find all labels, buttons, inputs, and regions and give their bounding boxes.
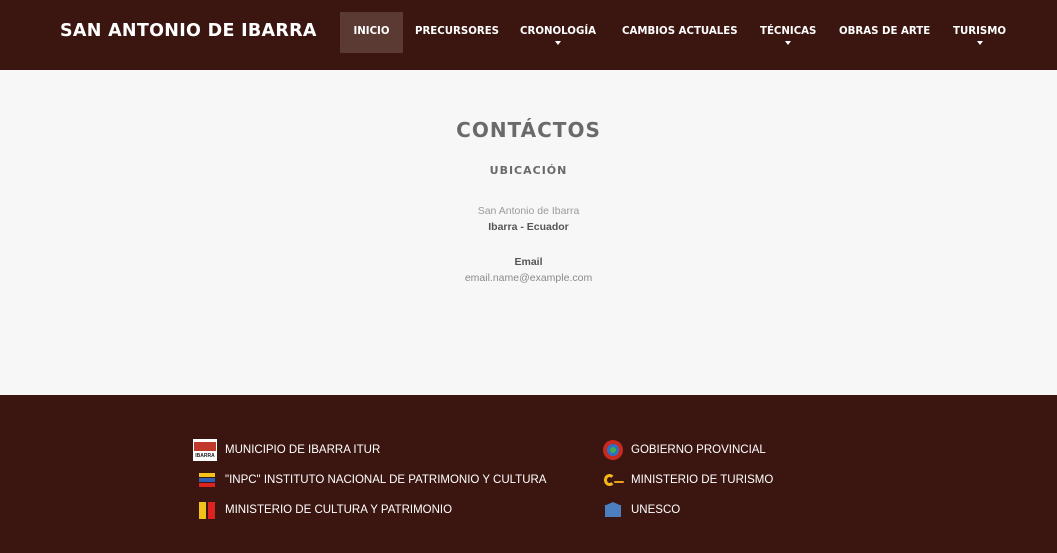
footer-link-municipio[interactable]: IBARRA MUNICIPIO DE IBARRA ITUR <box>193 439 380 461</box>
address-line-1: San Antonio de Ibarra <box>477 205 580 217</box>
footer-link-unesco[interactable]: UNESCO <box>603 499 680 521</box>
email-label: Email <box>514 256 543 268</box>
chevron-down-icon <box>976 41 983 45</box>
site-brand[interactable]: SAN ANTONIO DE IBARRA <box>60 21 317 41</box>
footer: IBARRA MUNICIPIO DE IBARRA ITUR "INPC" I… <box>0 395 1057 553</box>
contact-section: CONTÁCTOS UBICACIÓN San Antonio de Ibarr… <box>0 70 1057 395</box>
footer-link-turismo[interactable]: MINISTERIO DE TURISMO <box>603 469 773 491</box>
footer-link-cultura[interactable]: MINISTERIO DE CULTURA Y PATRIMONIO <box>197 499 452 521</box>
footer-link-label: MINISTERIO DE CULTURA Y PATRIMONIO <box>225 504 453 516</box>
nav-obras-de-arte[interactable]: OBRAS DE ARTE <box>839 12 930 52</box>
footer-link-gobierno[interactable]: GOBIERNO PROVINCIAL <box>603 439 766 461</box>
footer-link-label: "INPC" INSTITUTO NACIONAL DE PATRIMONIO … <box>225 474 547 486</box>
footer-link-label: GOBIERNO PROVINCIAL <box>631 444 766 456</box>
ibarra-logo-icon: IBARRA <box>193 439 217 461</box>
unesco-logo-icon <box>603 500 623 520</box>
address-line-2: Ibarra - Ecuador <box>488 221 569 233</box>
email-value[interactable]: email.name@example.com <box>0 272 1057 284</box>
nav-turismo[interactable]: TURISMO <box>953 12 1006 52</box>
nav-label: CRONOLOGÍA <box>520 26 596 37</box>
footer-link-label: UNESCO <box>631 504 681 516</box>
chevron-down-icon <box>555 41 561 45</box>
contact-title: CONTÁCTOS <box>456 118 601 142</box>
footer-link-label: MUNICIPIO DE IBARRA ITUR <box>225 444 381 456</box>
gobierno-logo-icon <box>603 440 623 460</box>
ibarra-logo-text: IBARRA <box>195 453 215 459</box>
nav-precursores[interactable]: PRECURSORES <box>415 12 499 52</box>
footer-link-label: MINISTERIO DE TURISMO <box>631 474 774 486</box>
footer-link-inpc[interactable]: "INPC" INSTITUTO NACIONAL DE PATRIMONIO … <box>197 469 546 491</box>
nav-label: TÉCNICAS <box>760 26 817 37</box>
nav-cambios-actuales[interactable]: CAMBIOS ACTUALES <box>622 12 738 52</box>
location-heading: UBICACIÓN <box>489 164 568 177</box>
nav-inicio[interactable]: INICIO <box>340 12 403 53</box>
nav-label: TURISMO <box>953 26 1006 37</box>
nav-tecnicas[interactable]: TÉCNICAS <box>760 12 816 52</box>
top-navbar: SAN ANTONIO DE IBARRA INICIO PRECURSORES… <box>0 0 1057 70</box>
cultura-logo-icon <box>197 500 217 520</box>
nav-cronologia[interactable]: CRONOLOGÍA <box>520 12 596 52</box>
turismo-logo-icon <box>603 470 624 490</box>
nav-label: INICIO <box>353 26 390 37</box>
nav-label: OBRAS DE ARTE <box>839 26 931 37</box>
nav-label: PRECURSORES <box>415 26 500 37</box>
inpc-logo-icon <box>197 470 217 490</box>
chevron-down-icon <box>785 41 792 45</box>
nav-label: CAMBIOS ACTUALES <box>622 26 738 37</box>
